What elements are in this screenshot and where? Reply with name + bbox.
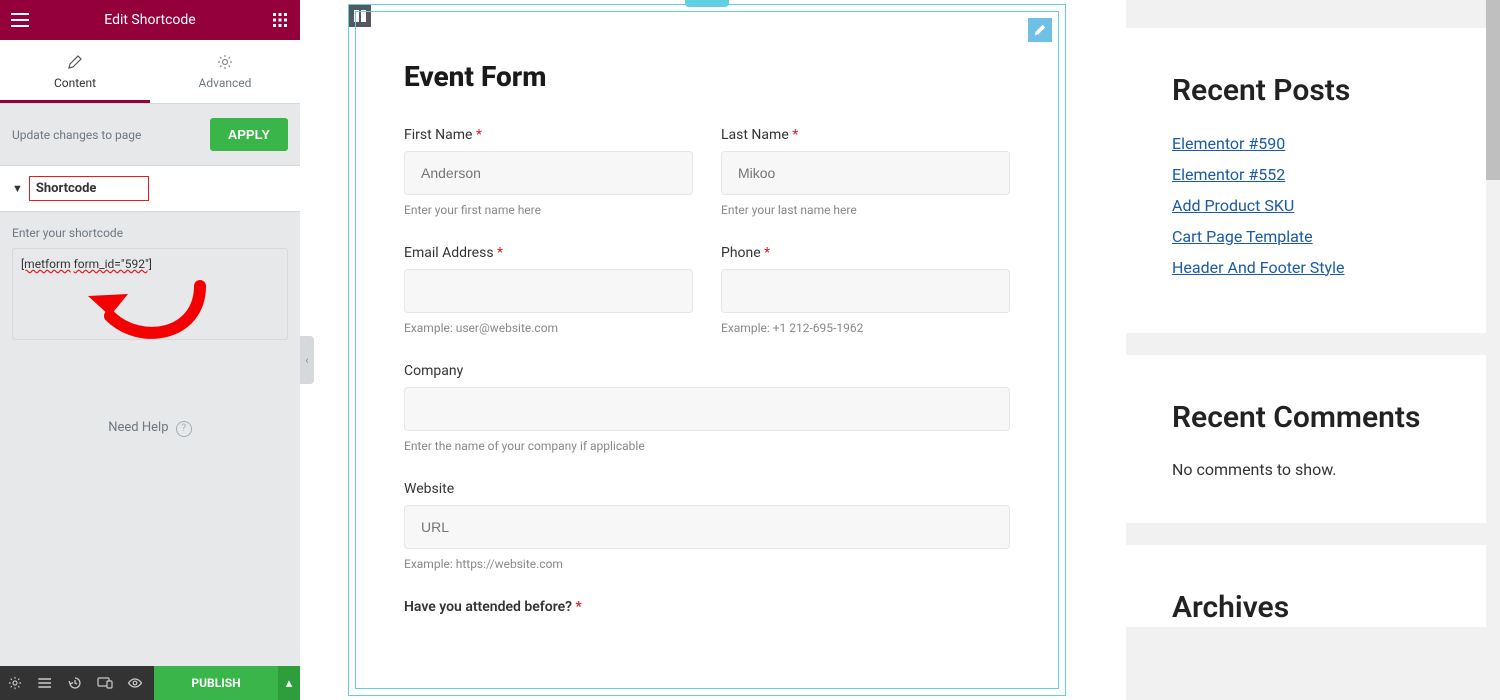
company-field[interactable] — [404, 387, 1010, 431]
navigator-icon[interactable] — [30, 666, 60, 700]
widget-recent-comments: Recent Comments No comments to show. — [1126, 355, 1486, 524]
scrollbar-thumb[interactable] — [1486, 0, 1500, 180]
archives-heading: Archives — [1172, 589, 1440, 627]
email-help: Example: user@website.com — [404, 321, 693, 335]
publish-options-caret[interactable]: ▴ — [278, 666, 300, 700]
email-label: Email Address * — [404, 245, 693, 261]
website-field[interactable] — [404, 505, 1010, 549]
publish-button[interactable]: PUBLISH — [154, 666, 278, 700]
first-name-field[interactable] — [404, 151, 693, 195]
section-shortcode[interactable]: ▼ Shortcode — [0, 165, 300, 212]
sidebar-header: Edit Shortcode — [0, 0, 300, 40]
widget-recent-posts: Recent Posts Elementor #590 Elementor #5… — [1126, 28, 1486, 333]
page-scrollbar[interactable] — [1486, 0, 1500, 700]
sidebar-widgets: Recent Posts Elementor #590 Elementor #5… — [1126, 0, 1486, 700]
apply-row: Update changes to page APPLY — [0, 104, 300, 165]
pencil-icon — [67, 54, 83, 70]
recent-comments-heading: Recent Comments — [1172, 399, 1440, 437]
sidebar-collapse[interactable]: ‹ — [300, 336, 314, 384]
form-title: Event Form — [404, 60, 1010, 93]
help-icon: ? — [176, 421, 192, 437]
phone-help: Example: +1 212-695-1962 — [721, 321, 1010, 335]
post-link[interactable]: Header And Footer Style — [1172, 258, 1440, 277]
apply-hint: Update changes to page — [12, 128, 141, 142]
apply-button[interactable]: APPLY — [210, 118, 288, 151]
post-link[interactable]: Elementor #590 — [1172, 134, 1440, 153]
company-help: Enter the name of your company if applic… — [404, 439, 1010, 453]
tab-content-label: Content — [54, 76, 96, 90]
first-name-help: Enter your first name here — [404, 203, 693, 217]
publish-bar: PUBLISH ▴ — [0, 666, 300, 700]
tab-advanced[interactable]: Advanced — [150, 40, 300, 103]
post-link[interactable]: Elementor #552 — [1172, 165, 1440, 184]
sidebar-tabs: Content Advanced — [0, 40, 300, 104]
gear-icon — [217, 54, 233, 70]
need-help-label: Need Help — [108, 420, 168, 435]
phone-field[interactable] — [721, 269, 1010, 313]
shortcode-textarea[interactable]: [metform form_id="592"] — [12, 248, 288, 340]
element-handle[interactable] — [685, 0, 729, 7]
phone-label: Phone * — [721, 245, 1010, 261]
last-name-label: Last Name * — [721, 127, 1010, 143]
apps-grid-icon[interactable] — [270, 10, 290, 30]
attended-label: Have you attended before? * — [404, 599, 1010, 615]
last-name-help: Enter your last name here — [721, 203, 1010, 217]
section-shortcode-label: Shortcode — [29, 176, 150, 201]
email-field[interactable] — [404, 269, 693, 313]
edit-widget-icon[interactable] — [1028, 18, 1052, 42]
shortcode-field-label: Enter your shortcode — [0, 212, 300, 248]
company-label: Company — [404, 363, 1010, 379]
preview-icon[interactable] — [120, 666, 150, 700]
panel-title: Edit Shortcode — [104, 12, 196, 28]
preview-inner: Event Form First Name * Enter your first… — [355, 11, 1059, 689]
history-icon[interactable] — [60, 666, 90, 700]
responsive-icon[interactable] — [90, 666, 120, 700]
canvas: Event Form First Name * Enter your first… — [348, 4, 1066, 696]
first-name-label: First Name * — [404, 127, 693, 143]
tab-advanced-label: Advanced — [199, 76, 252, 90]
tab-content[interactable]: Content — [0, 40, 150, 103]
need-help[interactable]: Need Help ? — [0, 420, 300, 437]
post-link[interactable]: Cart Page Template — [1172, 227, 1440, 246]
website-help: Example: https://website.com — [404, 557, 1010, 571]
settings-icon[interactable] — [0, 666, 30, 700]
last-name-field[interactable] — [721, 151, 1010, 195]
post-link[interactable]: Add Product SKU — [1172, 196, 1440, 215]
menu-icon[interactable] — [10, 10, 30, 30]
widget-archives: Archives — [1126, 545, 1486, 627]
caret-down-icon: ▼ — [12, 182, 23, 195]
editor-sidebar: Edit Shortcode Content Advanced Update c… — [0, 0, 300, 700]
no-comments-text: No comments to show. — [1172, 460, 1440, 479]
website-label: Website — [404, 481, 1010, 497]
recent-posts-heading: Recent Posts — [1172, 72, 1440, 110]
